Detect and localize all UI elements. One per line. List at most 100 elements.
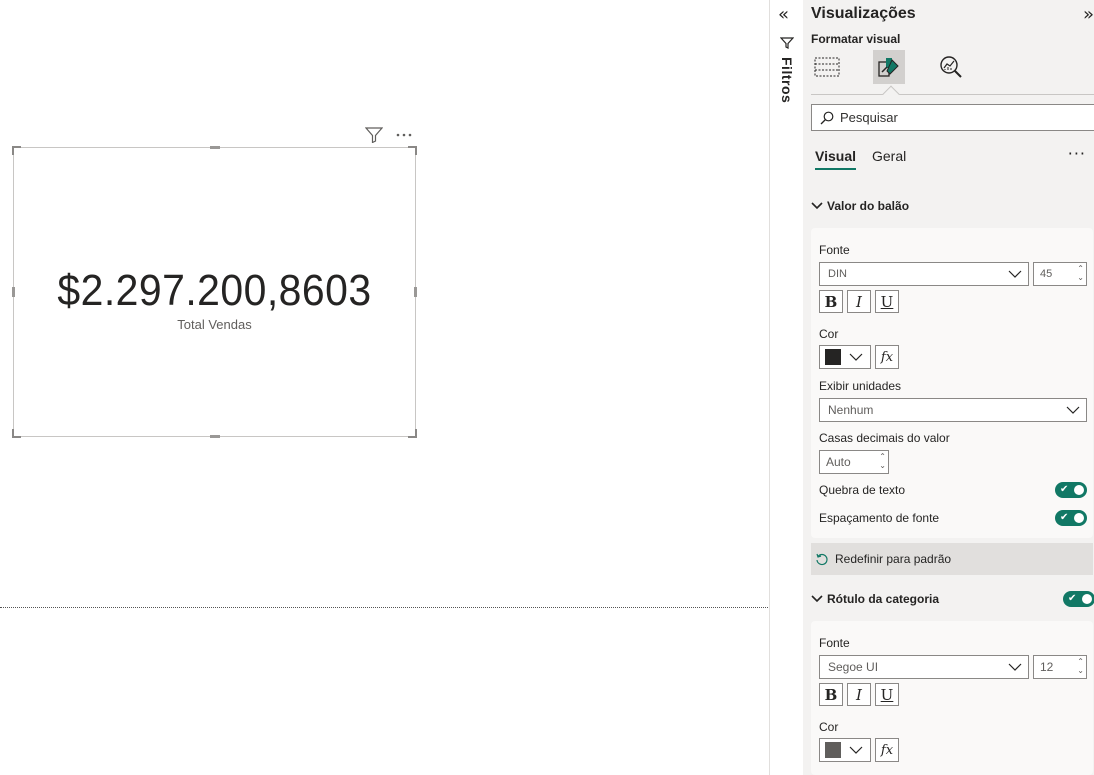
category-label-toggle[interactable]: ✔ [1063, 591, 1094, 607]
resize-handle-top[interactable] [210, 146, 220, 149]
card-category-label: Total Vendas [177, 317, 252, 332]
check-icon: ✔ [1060, 512, 1069, 523]
font-family-value: Segoe UI [828, 660, 879, 674]
reset-label: Redefinir para padrão [835, 552, 952, 566]
section-header-category[interactable]: Rótulo da categoria [811, 592, 939, 606]
section-title-category: Rótulo da categoria [827, 592, 940, 606]
analytics-magnifier-icon [940, 56, 962, 78]
bold-button[interactable]: B [819, 683, 843, 706]
color-picker[interactable] [819, 738, 871, 762]
visualizations-pane: Visualizações » Formatar visual Pesquisa… [803, 0, 1094, 775]
search-icon [820, 111, 834, 124]
paint-brush-icon [878, 58, 899, 77]
resize-corner-bl[interactable] [12, 429, 21, 438]
tab-visual[interactable]: Visual [815, 148, 856, 170]
filter-icon[interactable] [364, 126, 384, 144]
more-options-icon[interactable] [394, 126, 414, 144]
toggle-knob [1082, 594, 1092, 604]
color-label: Cor [819, 327, 839, 341]
font-size-input[interactable]: 12 ⌃ ⌄ [1033, 655, 1087, 679]
conditional-format-fx-button[interactable]: fx [875, 345, 899, 369]
stepper-arrows-icon[interactable]: ⌃ ⌄ [1077, 657, 1084, 675]
font-label: Fonte [819, 636, 850, 650]
reset-icon [816, 553, 828, 566]
resize-corner-br[interactable] [408, 429, 417, 438]
viz-tab-bar [811, 50, 967, 84]
tabs-divider [811, 94, 1094, 95]
pane-title: Visualizações [811, 5, 916, 22]
font-spacing-toggle[interactable]: ✔ [1055, 510, 1087, 526]
font-family-select[interactable]: Segoe UI [819, 655, 1029, 679]
underline-button[interactable]: U [875, 683, 899, 706]
color-swatch [825, 742, 841, 758]
more-options-icon[interactable]: ··· [1068, 144, 1086, 163]
format-subtabs: Visual Geral [815, 148, 906, 170]
display-units-value: Nenhum [828, 403, 874, 417]
filters-label: Filtros [779, 57, 795, 104]
font-label: Fonte [819, 243, 850, 257]
color-label: Cor [819, 720, 839, 734]
italic-button[interactable]: I [847, 683, 871, 706]
chevron-down-icon [849, 353, 863, 361]
chevron-down-icon [1066, 406, 1080, 414]
bold-button[interactable]: B [819, 290, 843, 313]
decimals-input[interactable]: Auto ⌃ ⌄ [819, 450, 889, 474]
toggle-knob [1074, 485, 1084, 495]
font-family-value: DIN [828, 268, 847, 280]
report-canvas[interactable]: $2.297.200,8603 Total Vendas [0, 0, 770, 775]
display-units-select[interactable]: Nenhum [819, 398, 1087, 422]
section-body-category: Fonte Segoe UI 12 ⌃ ⌄ B I U Cor fx [811, 621, 1093, 775]
conditional-format-fx-button[interactable]: fx [875, 738, 899, 762]
tab-format-visual[interactable] [873, 50, 905, 84]
resize-handle-left[interactable] [12, 287, 15, 297]
filters-pane-collapsed[interactable]: « Filtros [769, 0, 803, 775]
resize-corner-tl[interactable] [12, 146, 21, 155]
active-tab-caret [882, 85, 900, 103]
check-icon: ✔ [1068, 593, 1077, 604]
card-value: $2.297.200,8603 [57, 266, 372, 315]
chevron-down-icon [849, 746, 863, 754]
filter-icon [779, 34, 795, 53]
color-swatch [825, 349, 841, 365]
resize-handle-right[interactable] [414, 287, 417, 297]
stepper-arrows-icon[interactable]: ⌃ ⌄ [1077, 264, 1084, 282]
font-family-select[interactable]: DIN [819, 262, 1029, 286]
resize-corner-tr[interactable] [408, 146, 417, 155]
visual-header [364, 126, 414, 144]
display-units-label: Exibir unidades [819, 379, 902, 393]
filters-pane-toggle[interactable]: Filtros [779, 34, 795, 103]
decimals-value: Auto [826, 455, 851, 469]
text-wrap-toggle[interactable]: ✔ [1055, 482, 1087, 498]
chevron-down-icon [1008, 270, 1022, 278]
chevron-down-icon [1008, 663, 1022, 671]
text-wrap-label: Quebra de texto [819, 483, 906, 497]
font-size-value: 45 [1040, 268, 1053, 280]
search-input[interactable] [840, 110, 1070, 125]
section-title-callout: Valor do balão [827, 199, 910, 213]
card-visual[interactable]: $2.297.200,8603 Total Vendas [12, 146, 417, 438]
tab-analytics[interactable] [935, 50, 967, 84]
stepper-arrows-icon[interactable]: ⌃ ⌄ [879, 452, 886, 470]
decimals-label: Casas decimais do valor [819, 431, 950, 445]
underline-button[interactable]: U [875, 290, 899, 313]
tab-build-visual[interactable] [811, 50, 843, 84]
format-visual-title: Formatar visual [811, 32, 901, 46]
font-size-value: 12 [1040, 660, 1054, 674]
font-size-input[interactable]: 45 ⌃ ⌄ [1033, 262, 1087, 286]
collapse-chevron-icon[interactable]: « [778, 4, 789, 25]
tab-general[interactable]: Geral [872, 148, 906, 170]
font-spacing-label: Espaçamento de fonte [819, 511, 940, 525]
table-grid-icon [814, 57, 840, 77]
page-boundary-line [0, 607, 770, 608]
reset-to-default-button[interactable]: Redefinir para padrão [811, 543, 1093, 575]
toggle-knob [1074, 513, 1084, 523]
expand-chevron-icon[interactable]: » [1083, 4, 1094, 25]
chevron-down-icon [811, 202, 823, 210]
section-body-callout: Fonte DIN 45 ⌃ ⌄ B I U Cor fx Exibir unid… [811, 228, 1093, 538]
chevron-down-icon [811, 595, 823, 603]
section-header-callout[interactable]: Valor do balão [811, 199, 909, 213]
italic-button[interactable]: I [847, 290, 871, 313]
color-picker[interactable] [819, 345, 871, 369]
resize-handle-bottom[interactable] [210, 435, 220, 438]
search-box[interactable] [811, 104, 1094, 131]
